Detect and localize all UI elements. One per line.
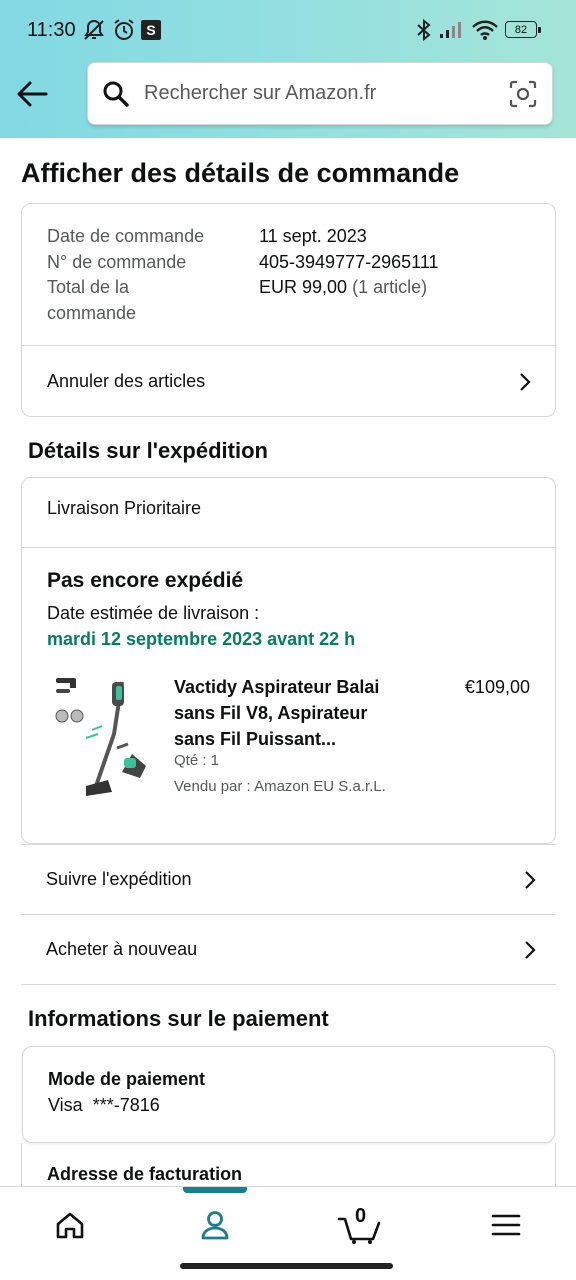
tab-menu[interactable] — [486, 1205, 526, 1245]
notifications-off-icon — [81, 17, 107, 43]
header: 11:30 S 82 — [0, 0, 576, 138]
search-bar[interactable] — [87, 62, 553, 125]
product-seller: Vendu par : Amazon EU S.a.r.L. — [174, 778, 386, 795]
status-time: 11:30 — [27, 19, 76, 41]
search-input[interactable] — [144, 63, 494, 124]
buy-again-label: Acheter à nouveau — [46, 939, 198, 959]
wifi-icon — [471, 17, 499, 43]
gesture-home-bar[interactable] — [180, 1263, 393, 1269]
back-button[interactable] — [14, 76, 50, 112]
camera-scan-icon[interactable] — [508, 79, 538, 114]
cart-count: 0 — [355, 1205, 367, 1227]
order-labels: Date de commande N° de commande Total de… — [47, 224, 247, 326]
alarm-icon — [111, 17, 137, 43]
eta-label: Date estimée de livraison : — [47, 603, 260, 623]
status-bar: 11:30 S 82 — [0, 0, 576, 62]
home-icon — [56, 1212, 84, 1239]
chevron-right-icon — [525, 870, 536, 889]
active-tab-indicator — [183, 1187, 247, 1193]
order-number-value: 405-3949777-2965111 — [259, 251, 439, 272]
search-icon — [102, 80, 130, 113]
tab-home[interactable] — [50, 1205, 90, 1245]
eta-date: mardi 12 septembre 2023 avant 22 h — [47, 629, 356, 649]
signal-icon — [438, 17, 466, 43]
order-item-count: (1 article) — [352, 277, 428, 297]
product-image[interactable] — [52, 674, 147, 804]
hamburger-menu-icon — [491, 1214, 521, 1236]
order-total-label: Total de la commande — [47, 277, 137, 323]
shipping-section-title: Détails sur l'expédition — [28, 438, 268, 463]
shipment-card: Livraison Prioritaire Pas encore expédié… — [21, 477, 556, 844]
app-s-icon: S — [141, 20, 161, 40]
payment-method-card: Mode de paiement Visa ***-7816 — [22, 1046, 555, 1143]
payment-method-value: Visa ***-7816 — [48, 1095, 160, 1115]
payment-section-title: Informations sur le paiement — [28, 1006, 329, 1031]
cancel-items-label: Annuler des articles — [47, 371, 206, 391]
shipment-status: Pas encore expédié — [47, 569, 244, 592]
track-shipment-link[interactable]: Suivre l'expédition — [21, 844, 556, 914]
tab-cart[interactable]: 0 — [337, 1205, 383, 1245]
chevron-right-icon — [525, 940, 536, 959]
product-title[interactable]: Vactidy Aspirateur Balai sans Fil V8, As… — [174, 674, 399, 752]
order-date-label: Date de commande — [47, 226, 205, 246]
user-icon — [201, 1211, 229, 1240]
battery-indicator: 82 — [505, 21, 541, 38]
order-total-value: EUR 99,00 (1 article) — [259, 275, 549, 301]
tab-account[interactable] — [195, 1205, 235, 1245]
order-number-label: N° de commande — [47, 251, 187, 272]
page-title: Afficher des détails de commande — [21, 158, 460, 188]
track-shipment-label: Suivre l'expédition — [46, 869, 192, 889]
billing-address-title: Adresse de facturation — [47, 1164, 243, 1184]
arrow-left-icon — [17, 81, 48, 107]
payment-method-title: Mode de paiement — [48, 1069, 206, 1089]
order-date-value: 11 sept. 2023 — [259, 226, 367, 246]
product-price: €109,00 — [464, 677, 530, 697]
chevron-right-icon — [520, 372, 531, 391]
divider — [22, 547, 555, 548]
bluetooth-icon — [413, 17, 435, 43]
delivery-method: Livraison Prioritaire — [47, 498, 202, 518]
product-quantity: Qté : 1 — [174, 752, 220, 769]
cancel-items-link[interactable]: Annuler des articles — [22, 345, 557, 417]
buy-again-link[interactable]: Acheter à nouveau — [21, 914, 556, 985]
order-total-amount: EUR 99,00 — [259, 277, 348, 297]
order-summary-card: Date de commande N° de commande Total de… — [21, 203, 557, 417]
order-values: 11 sept. 2023 405-3949777-2965111 EUR 99… — [259, 224, 549, 301]
